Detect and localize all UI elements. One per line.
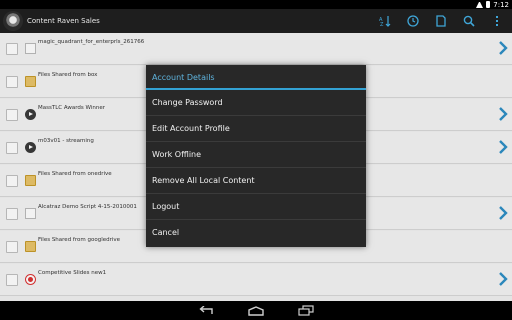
overflow-menu-icon[interactable] [490,14,504,28]
status-bar: 7:12 [0,0,512,9]
recent-apps-icon[interactable] [296,304,316,317]
logout-item[interactable]: Logout [146,194,366,220]
remove-local-content-item[interactable]: Remove All Local Content [146,168,366,194]
wifi-icon [476,1,484,8]
action-bar: Content Raven Sales AZ [0,9,512,33]
app-title: Content Raven Sales [27,17,100,25]
navigation-bar [0,301,512,320]
history-icon[interactable] [406,14,420,28]
search-icon[interactable] [462,14,476,28]
home-icon[interactable] [246,304,266,317]
account-details-dialog: Account Details Change Password Edit Acc… [146,65,366,247]
document-icon[interactable] [434,14,448,28]
edit-account-profile-item[interactable]: Edit Account Profile [146,116,366,142]
status-time: 7:12 [493,0,509,9]
change-password-item[interactable]: Change Password [146,90,366,116]
battery-icon [486,1,491,8]
sort-icon[interactable]: AZ [378,14,392,28]
action-buttons: AZ [378,9,504,33]
back-icon[interactable] [196,304,216,317]
app-logo[interactable] [3,11,23,31]
cancel-item[interactable]: Cancel [146,220,366,246]
status-icons: 7:12 [476,0,509,9]
work-offline-item[interactable]: Work Offline [146,142,366,168]
svg-text:Z: Z [380,22,384,27]
dialog-title: Account Details [146,65,366,90]
